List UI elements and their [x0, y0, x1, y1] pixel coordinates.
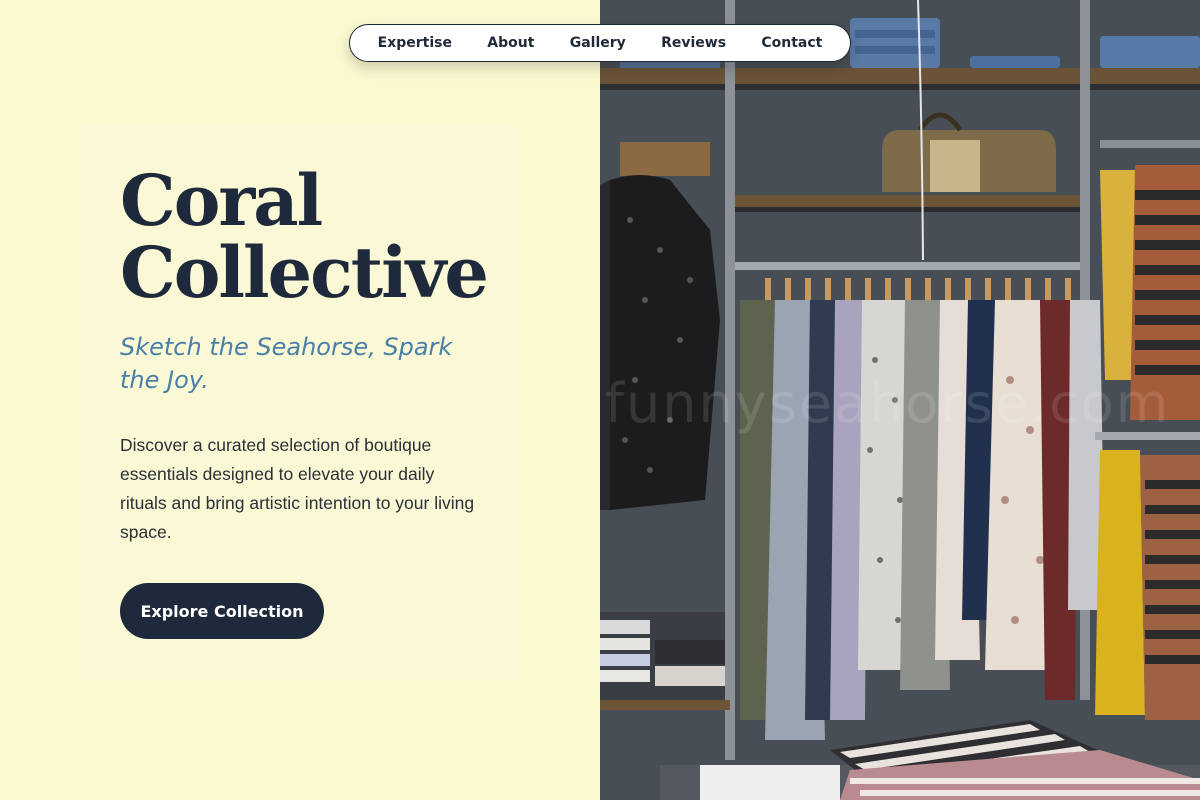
- hero-card: Coral Collective Sketch the Seahorse, Sp…: [80, 125, 520, 680]
- main-nav: Expertise About Gallery Reviews Contact: [349, 24, 851, 62]
- photo-watermark: funnyseahorse.com: [605, 372, 1171, 435]
- brand-title-line2: Collective: [120, 231, 489, 314]
- brand-title: Coral Collective: [120, 165, 489, 309]
- nav-item-gallery[interactable]: Gallery: [570, 35, 626, 51]
- nav-item-contact[interactable]: Contact: [761, 35, 822, 51]
- nav-item-reviews[interactable]: Reviews: [661, 35, 726, 51]
- hero-left-pane: Coral Collective Sketch the Seahorse, Sp…: [0, 0, 600, 800]
- hero-description: Discover a curated selection of boutique…: [120, 435, 475, 542]
- brand-title-line1: Coral: [120, 159, 323, 242]
- nav-item-about[interactable]: About: [487, 35, 534, 51]
- explore-collection-button[interactable]: Explore Collection: [120, 583, 324, 639]
- nav-item-expertise[interactable]: Expertise: [378, 35, 452, 51]
- hero-tagline: Sketch the Seahorse, Spark the Joy.: [120, 333, 453, 394]
